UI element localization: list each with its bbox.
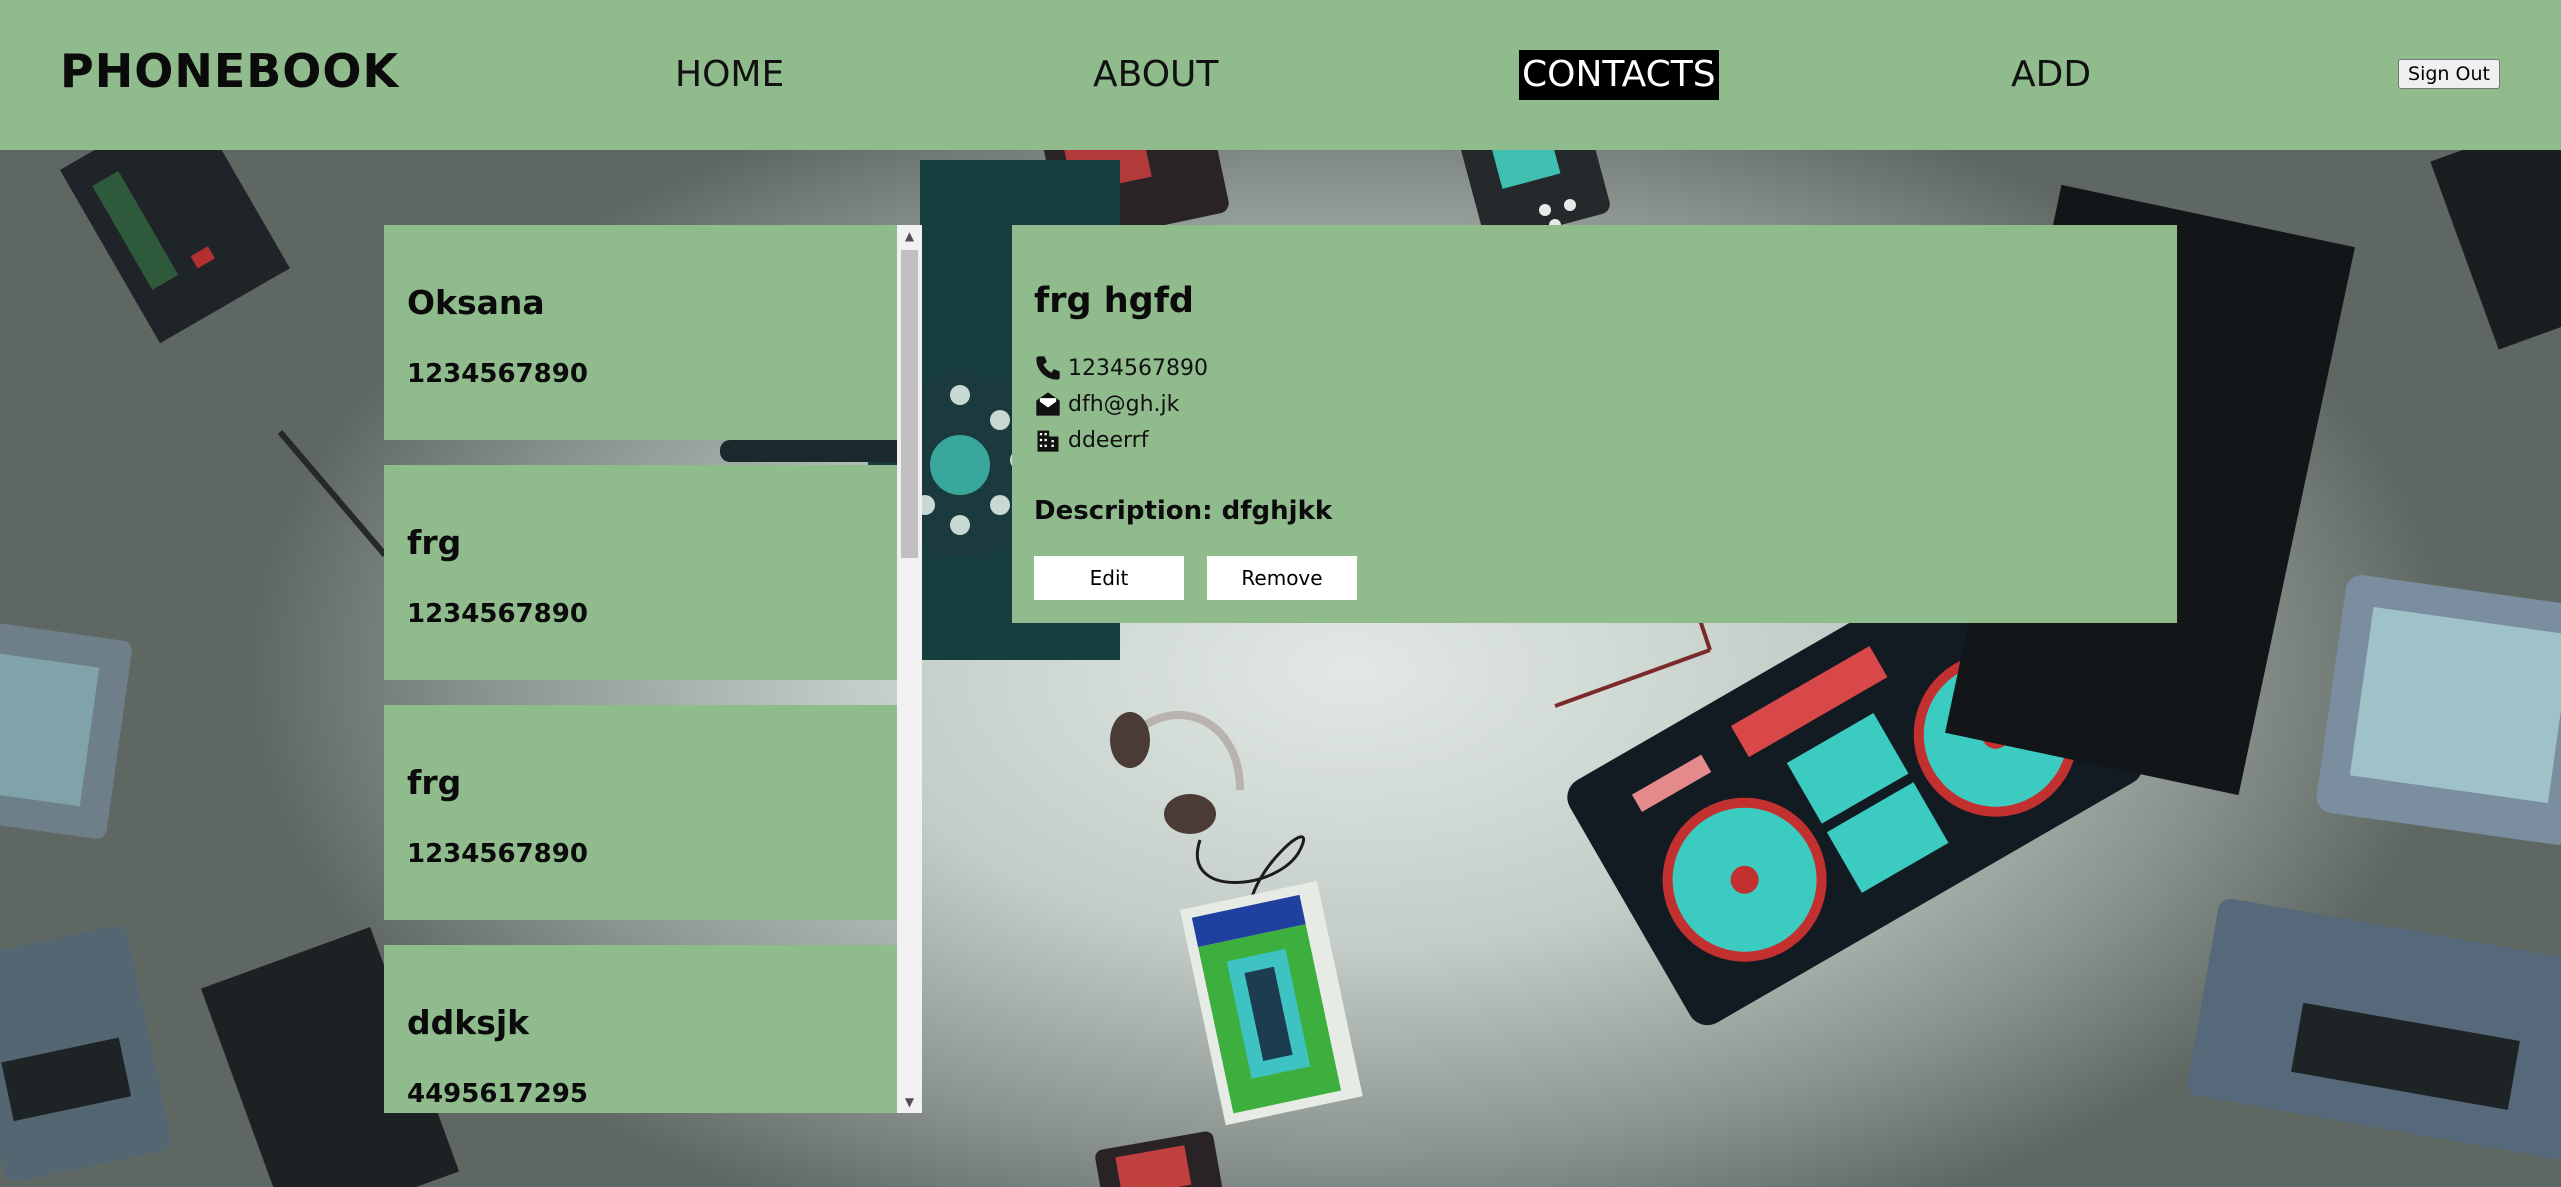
scroll-up-arrow-icon[interactable]: ▲ <box>897 225 922 247</box>
contact-name: frg <box>407 763 462 802</box>
contact-card[interactable]: frg 1234567890 <box>384 705 897 920</box>
contact-list[interactable]: Oksana 1234567890 frg 1234567890 frg 123… <box>384 225 922 1113</box>
detail-email: dfh@gh.jk <box>1068 391 1180 417</box>
nav-contacts-link[interactable]: CONTACTS <box>1519 50 1719 100</box>
scroll-thumb[interactable] <box>901 250 918 558</box>
detail-phone: 1234567890 <box>1068 355 1208 381</box>
contact-name: Oksana <box>407 283 545 322</box>
detail-address: ddeerrf <box>1068 427 1149 453</box>
nav-add-link[interactable]: ADD <box>2008 50 2094 100</box>
building-icon <box>1037 430 1059 452</box>
description-value: dfghjkk <box>1221 496 1333 526</box>
detail-phone-row: 1234567890 <box>1034 354 1208 382</box>
remove-button[interactable]: Remove <box>1207 556 1357 600</box>
phone-icon <box>1036 356 1060 380</box>
contact-phone: 1234567890 <box>407 599 588 629</box>
detail-description: Description: dfghjkk <box>1034 496 1332 526</box>
contact-card[interactable]: ddksjk 4495617295 <box>384 945 897 1113</box>
sign-out-button[interactable]: Sign Out <box>2398 59 2500 89</box>
contact-name: frg <box>407 523 462 562</box>
scroll-down-arrow-icon[interactable]: ▼ <box>897 1091 922 1113</box>
description-label: Description: <box>1034 496 1213 526</box>
detail-contact-name: frg hgfd <box>1034 281 1194 321</box>
contact-card[interactable]: frg 1234567890 <box>384 465 897 680</box>
detail-email-row: dfh@gh.jk <box>1034 390 1179 418</box>
contact-list-scrollbar[interactable]: ▲ ▼ <box>897 225 922 1113</box>
edit-button[interactable]: Edit <box>1034 556 1184 600</box>
top-navbar: PHONEBOOK HOME ABOUT CONTACTS ADD Sign O… <box>0 0 2561 150</box>
contact-phone: 4495617295 <box>407 1079 588 1109</box>
contact-name: ddksjk <box>407 1003 530 1042</box>
contact-detail-panel: frg hgfd 1234567890 dfh@gh.jk ddeerrf De… <box>1012 225 2177 623</box>
envelope-open-icon <box>1036 392 1060 416</box>
app-logo: PHONEBOOK <box>60 44 400 98</box>
nav-about-link[interactable]: ABOUT <box>1090 50 1221 100</box>
contact-phone: 1234567890 <box>407 839 588 869</box>
contact-phone: 1234567890 <box>407 359 588 389</box>
contact-card[interactable]: Oksana 1234567890 <box>384 225 897 440</box>
detail-address-row: ddeerrf <box>1034 426 1148 454</box>
nav-home-link[interactable]: HOME <box>672 50 787 100</box>
